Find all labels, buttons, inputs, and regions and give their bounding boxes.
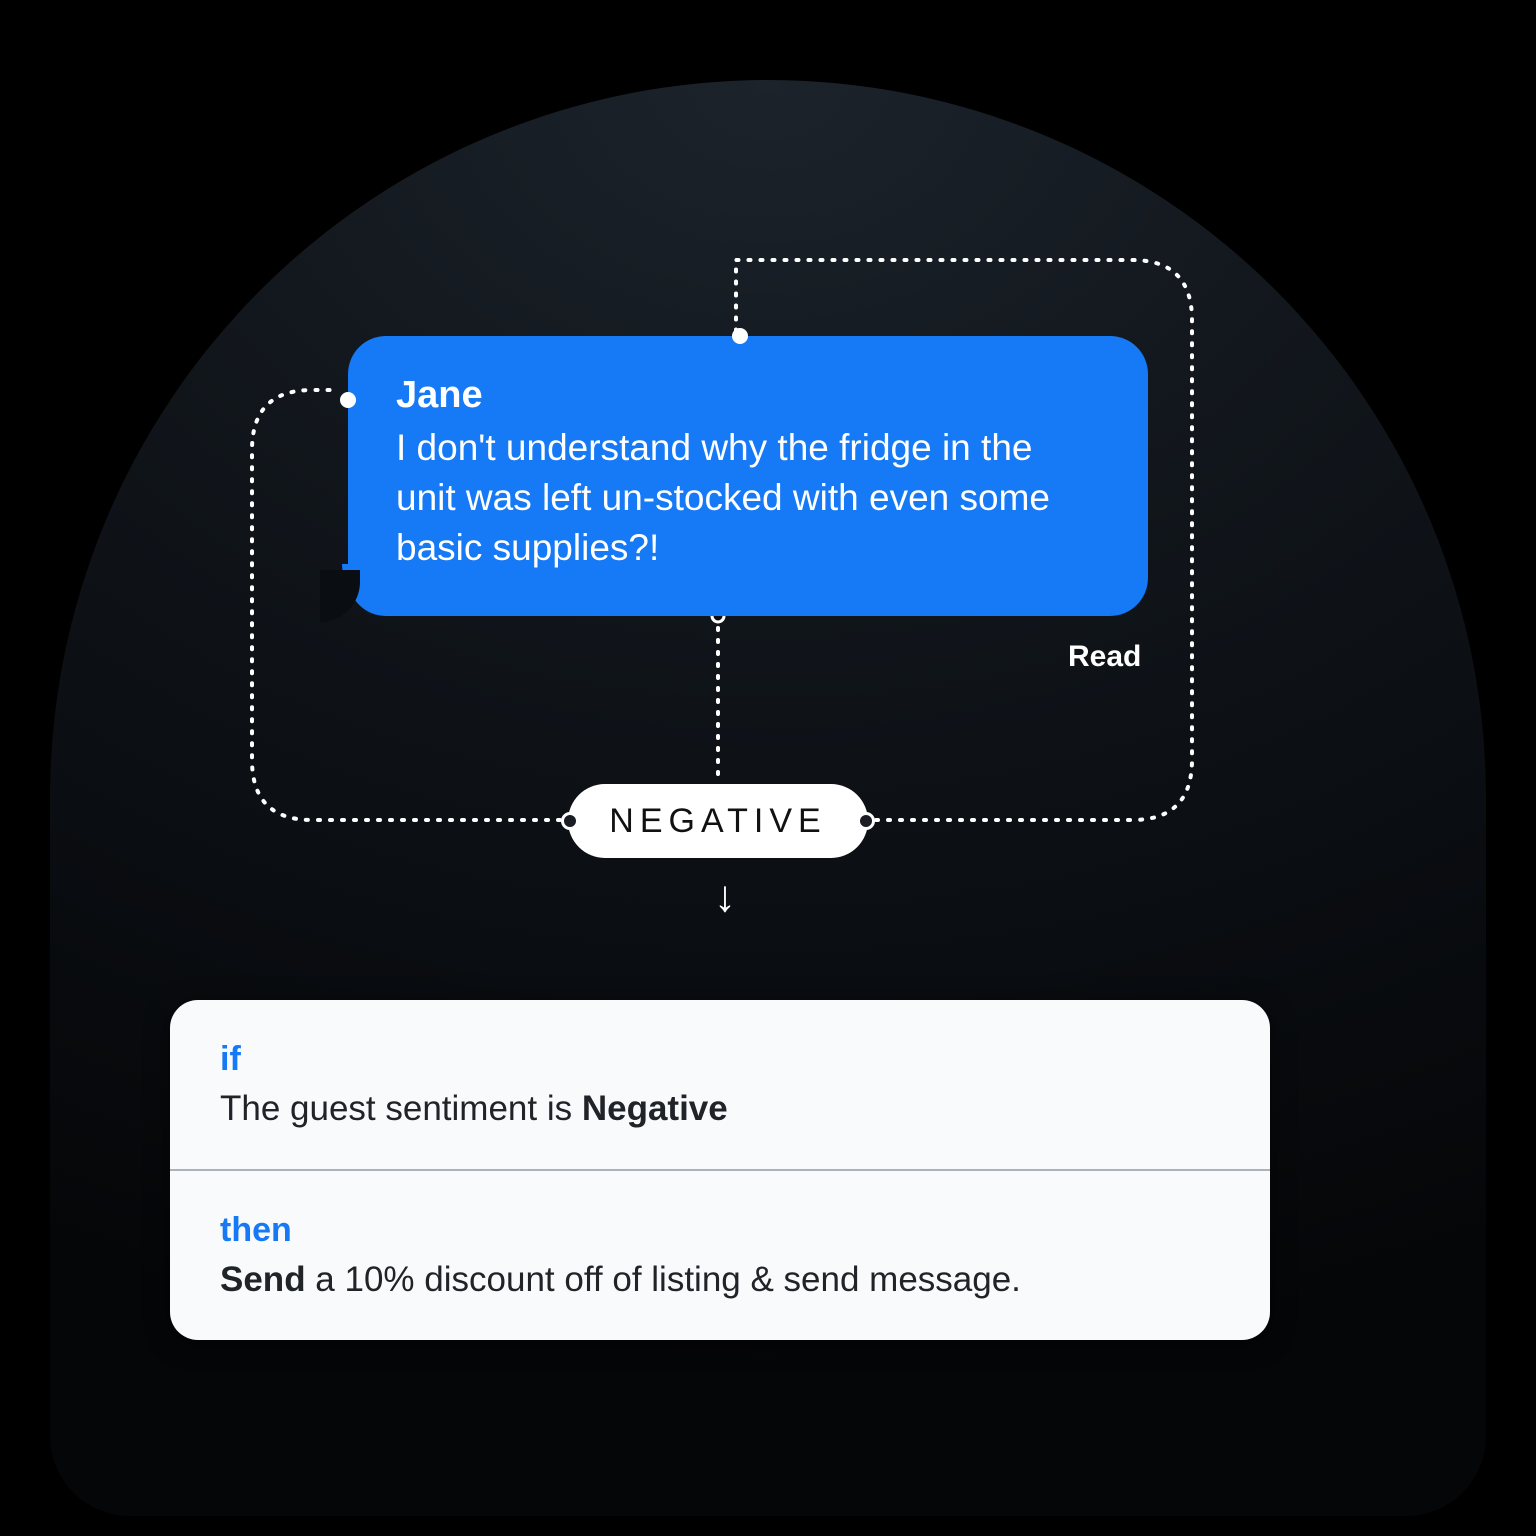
message-body: I don't understand why the fridge in the… bbox=[396, 423, 1100, 573]
anchor-dot-icon bbox=[561, 812, 579, 830]
message-status: Read bbox=[1068, 640, 1141, 674]
if-condition: The guest sentiment is Negative bbox=[220, 1089, 1220, 1129]
message-sender: Jane bbox=[396, 374, 1100, 417]
anchor-dot-icon bbox=[340, 392, 356, 408]
if-keyword: if bbox=[220, 1040, 1220, 1079]
then-keyword: then bbox=[220, 1211, 1220, 1250]
arrow-down-icon: ↓ bbox=[714, 872, 736, 922]
sentiment-label: NEGATIVE bbox=[609, 802, 826, 841]
anchor-dot-icon bbox=[857, 812, 875, 830]
anchor-dot-icon bbox=[732, 328, 748, 344]
rule-if-row: if The guest sentiment is Negative bbox=[170, 1000, 1270, 1169]
sentiment-pill: NEGATIVE bbox=[568, 784, 868, 858]
diagram-canvas: Jane I don't understand why the fridge i… bbox=[0, 0, 1536, 1536]
then-action: Send a 10% discount off of listing & sen… bbox=[220, 1260, 1220, 1300]
guest-message-bubble: Jane I don't understand why the fridge i… bbox=[348, 336, 1148, 616]
automation-rule-card: if The guest sentiment is Negative then … bbox=[170, 1000, 1270, 1340]
rule-then-row: then Send a 10% discount off of listing … bbox=[170, 1169, 1270, 1340]
